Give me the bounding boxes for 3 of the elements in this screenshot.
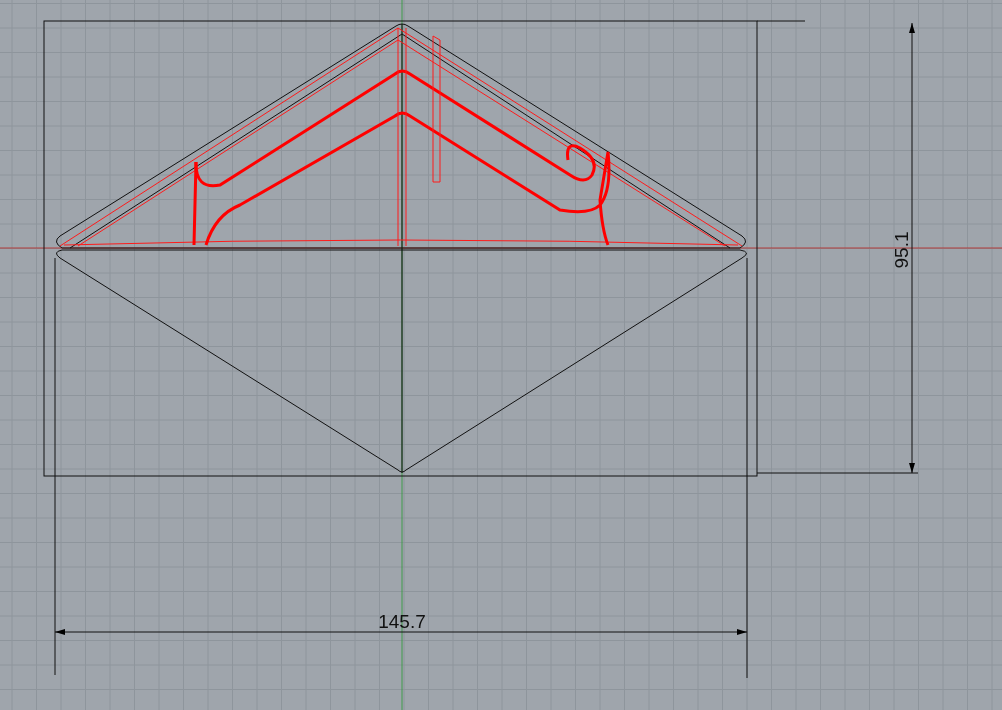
dimension-text: 145.7 [378, 611, 426, 632]
cad-viewport[interactable]: 145.7 95.1 [0, 0, 1002, 710]
dimension-text: 95.1 [891, 231, 912, 269]
